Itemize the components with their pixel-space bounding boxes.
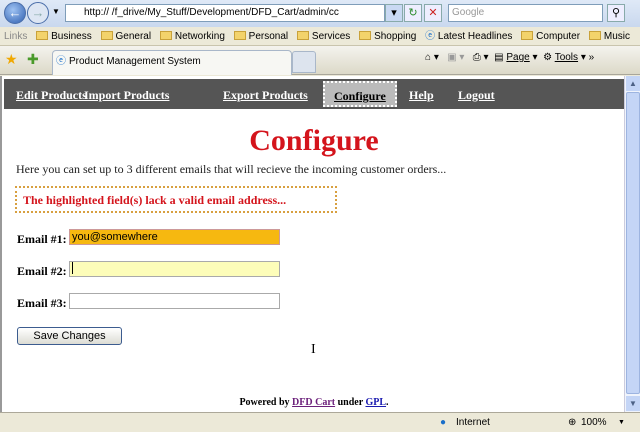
forward-button[interactable]: → <box>27 2 49 24</box>
back-button[interactable]: ← <box>4 2 26 24</box>
menu-export-products[interactable]: Export Products <box>223 88 308 103</box>
home-icon[interactable]: ⌂ ▾ <box>425 52 439 63</box>
feeds-icon[interactable]: ▣ ▾ <box>447 52 464 63</box>
page-menu[interactable]: ▤ Page ▾ <box>494 52 537 63</box>
refresh-button[interactable]: ↻ <box>404 4 422 22</box>
status-bar: ● Internet ⊕ 100% ▼ <box>0 412 640 432</box>
scroll-thumb[interactable] <box>626 92 640 394</box>
email-3-field[interactable] <box>69 293 280 309</box>
folder-icon <box>159 31 172 40</box>
menu-configure[interactable]: Configure <box>323 81 397 107</box>
links-toolbar: Links Business General Networking Person… <box>0 27 640 46</box>
vertical-scrollbar[interactable]: ▲ ▼ <box>624 76 640 412</box>
link-personal[interactable]: Personal <box>233 31 288 42</box>
email-2-field[interactable] <box>69 261 280 277</box>
link-networking[interactable]: Networking <box>159 31 225 42</box>
footer: Powered by DFD Cart under GPL. <box>2 397 626 408</box>
save-changes-button[interactable]: Save Changes <box>17 327 122 345</box>
link-shopping[interactable]: Shopping <box>359 31 416 42</box>
web-page: Edit Products Import Products Export Pro… <box>0 76 624 412</box>
folder-icon <box>296 31 309 40</box>
folder-icon <box>521 31 534 40</box>
zoom-dropdown-icon[interactable]: ▼ <box>618 413 625 432</box>
print-icon[interactable]: ⎙ ▾ <box>473 52 489 63</box>
folder-icon <box>233 31 246 40</box>
error-message: The highlighted field(s) lack a valid em… <box>15 186 337 213</box>
footer-text: . <box>386 397 389 408</box>
address-bar[interactable]: http:// /f_drive/My_Stuff/Development/DF… <box>65 4 385 22</box>
more-chevron-icon[interactable]: » <box>589 52 595 63</box>
folder-icon <box>100 31 113 40</box>
new-tab-button[interactable] <box>292 51 316 73</box>
ie-icon: ⓔ <box>425 31 438 42</box>
footer-text: under <box>337 397 363 408</box>
link-general[interactable]: General <box>100 31 151 42</box>
folder-icon <box>588 31 601 40</box>
email-3-label: Email #3: <box>17 296 67 310</box>
globe-icon: ● <box>440 417 447 428</box>
menu-help[interactable]: Help <box>409 88 434 103</box>
history-dropdown-icon[interactable]: ▼ <box>52 7 60 16</box>
email-2-label: Email #2: <box>17 264 67 278</box>
dfd-cart-link[interactable]: DFD Cart <box>292 397 335 408</box>
menu-logout[interactable]: Logout <box>458 88 495 103</box>
intro-text: Here you can set up to 3 different email… <box>16 162 447 176</box>
security-zone: Internet <box>456 417 490 428</box>
link-computer[interactable]: Computer <box>521 31 580 42</box>
folder-icon <box>36 31 49 40</box>
command-bar: ⌂ ▾ ▣ ▾ ⎙ ▾ ▤ Page ▾ ⚙ Tools ▾ » <box>425 52 594 63</box>
tab-title: Product Management System <box>69 56 201 67</box>
page-title: Configure <box>249 124 379 157</box>
main-menu: Edit Products Import Products Export Pro… <box>4 79 624 109</box>
scroll-up-icon[interactable]: ▲ <box>626 76 640 91</box>
folder-icon <box>359 31 372 40</box>
address-dropdown-button[interactable]: ▾ <box>385 4 403 22</box>
add-favorite-icon[interactable]: ✚ <box>27 51 39 68</box>
zoom-level[interactable]: 100% <box>581 413 607 432</box>
menu-import-products[interactable]: Import Products <box>84 88 169 103</box>
zoom-magnifier-icon[interactable]: ⊕ <box>568 413 576 432</box>
search-button[interactable]: ⚲ <box>607 4 625 22</box>
email-1-label: Email #1: <box>17 232 67 246</box>
address-toolbar: ← → ▼ http:// /f_drive/My_Stuff/Developm… <box>0 0 640 27</box>
ie-icon: ⓔ <box>56 56 66 67</box>
link-business[interactable]: Business <box>36 31 92 42</box>
tools-menu[interactable]: ⚙ Tools ▾ <box>543 52 586 63</box>
link-latest-headlines[interactable]: ⓔ Latest Headlines <box>425 31 512 42</box>
favorites-star-icon[interactable]: ★ <box>5 51 18 68</box>
menu-edit-products[interactable]: Edit Products <box>16 88 87 103</box>
link-music[interactable]: Music <box>588 31 630 42</box>
search-input[interactable]: Google <box>448 4 603 22</box>
text-cursor-icon: I <box>311 342 316 357</box>
scroll-down-icon[interactable]: ▼ <box>626 396 640 411</box>
stop-button[interactable]: ✕ <box>424 4 442 22</box>
email-1-field[interactable]: you@somewhere <box>69 229 280 245</box>
link-services[interactable]: Services <box>296 31 350 42</box>
links-label: Links <box>4 31 28 42</box>
tab-product-management[interactable]: ⓔ Product Management System <box>52 50 292 75</box>
footer-text: Powered by <box>239 397 290 408</box>
gpl-link[interactable]: GPL <box>365 397 386 408</box>
